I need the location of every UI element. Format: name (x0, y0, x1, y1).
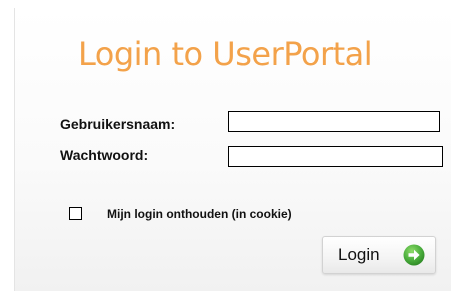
username-label: Gebruikersnaam: (60, 116, 176, 132)
password-input[interactable] (228, 146, 443, 167)
arrow-right-circle-icon (403, 244, 425, 266)
username-input[interactable] (228, 111, 440, 132)
page-title: Login to UserPortal (78, 35, 373, 73)
password-label: Wachtwoord: (60, 147, 149, 163)
login-button-label: Login (338, 245, 380, 264)
remember-label[interactable]: Mijn login onthouden (in cookie) (107, 207, 292, 221)
login-button[interactable]: Login (322, 236, 436, 274)
remember-checkbox[interactable] (69, 207, 82, 220)
